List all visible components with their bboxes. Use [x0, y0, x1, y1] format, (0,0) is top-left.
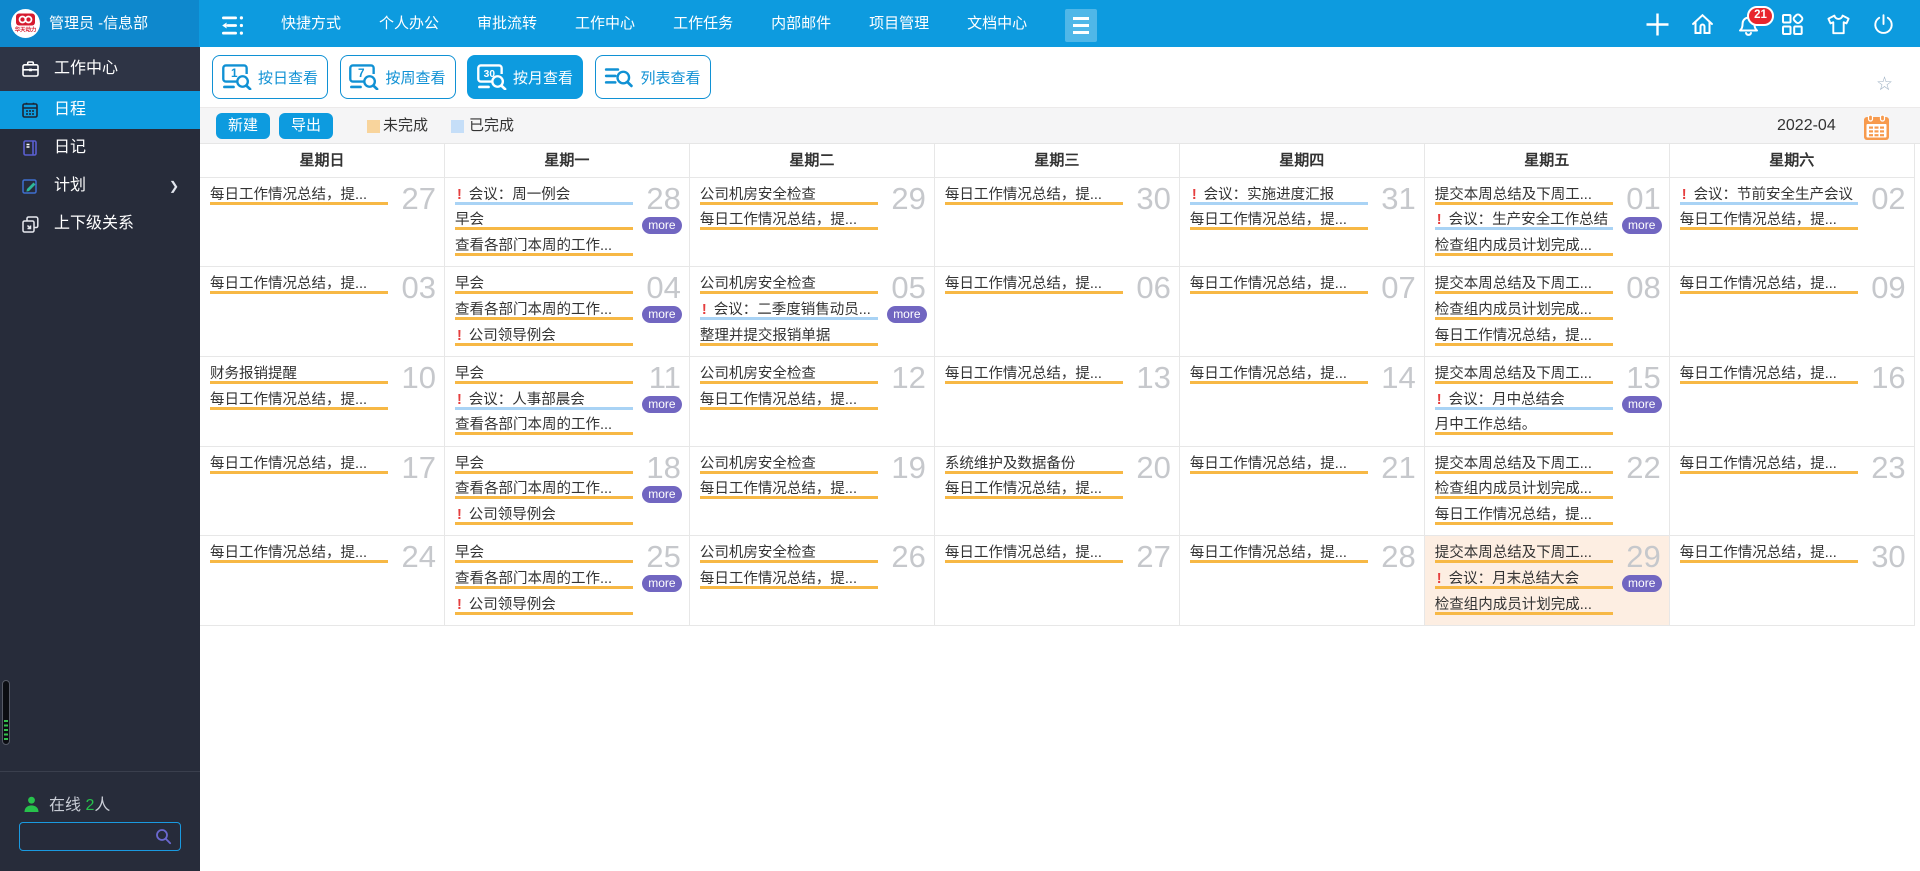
svg-text:30: 30: [484, 69, 496, 80]
svg-text:1: 1: [231, 67, 238, 80]
svg-text:华天动力: 华天动力: [15, 26, 37, 34]
svg-text:7: 7: [359, 67, 366, 80]
